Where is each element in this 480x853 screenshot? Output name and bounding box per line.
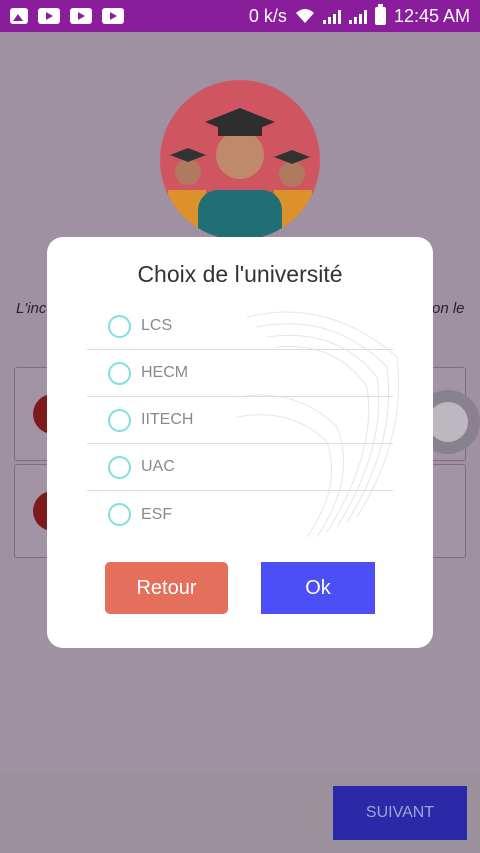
option-iitech[interactable]: IITECH (87, 397, 393, 444)
next-button[interactable]: SUIVANT (333, 786, 467, 840)
system-icons: 0 k/s 12:45 AM (248, 4, 470, 27)
option-label: ESF (141, 505, 173, 523)
university-options: LCS HECM IITECH UAC ESF (87, 303, 393, 538)
wifi-icon (295, 9, 314, 23)
option-label: LCS (141, 317, 173, 334)
radio-button[interactable] (108, 314, 131, 338)
gallery-icon (10, 8, 28, 24)
youtube-icon (38, 8, 60, 24)
clock: 12:45 AM (393, 5, 470, 26)
radio-button[interactable] (108, 455, 131, 479)
youtube-icon (102, 8, 124, 24)
option-hecm[interactable]: HECM (87, 350, 393, 397)
option-esf[interactable]: ESF (87, 491, 393, 538)
battery-icon (374, 4, 386, 25)
option-label: IITECH (141, 411, 194, 428)
retour-button[interactable]: Retour (105, 562, 228, 614)
signal-icon (322, 8, 341, 24)
youtube-icon (70, 8, 92, 24)
notification-icons (10, 8, 124, 24)
floating-touch-button-inner (428, 402, 468, 442)
intro-text-left: L'inc (16, 300, 47, 317)
radio-button[interactable] (108, 361, 131, 385)
ok-button[interactable]: Ok (261, 562, 375, 614)
status-bar: 0 k/s 12:45 AM (0, 0, 480, 32)
network-speed: 0 k/s (248, 5, 287, 26)
graduation-cap-icon (168, 108, 312, 240)
university-choice-dialog: Choix de l'université LCS HECM IITECH UA… (47, 237, 433, 648)
option-lcs[interactable]: LCS (87, 303, 393, 350)
option-label: HECM (141, 364, 189, 381)
radio-button[interactable] (108, 408, 131, 432)
graduates-illustration (160, 80, 320, 240)
intro-text-right: on le (432, 300, 465, 317)
radio-button[interactable] (108, 503, 131, 526)
option-uac[interactable]: UAC (87, 444, 393, 491)
dialog-title: Choix de l'université (137, 261, 343, 287)
option-label: UAC (141, 458, 175, 475)
signal-icon (348, 8, 367, 24)
